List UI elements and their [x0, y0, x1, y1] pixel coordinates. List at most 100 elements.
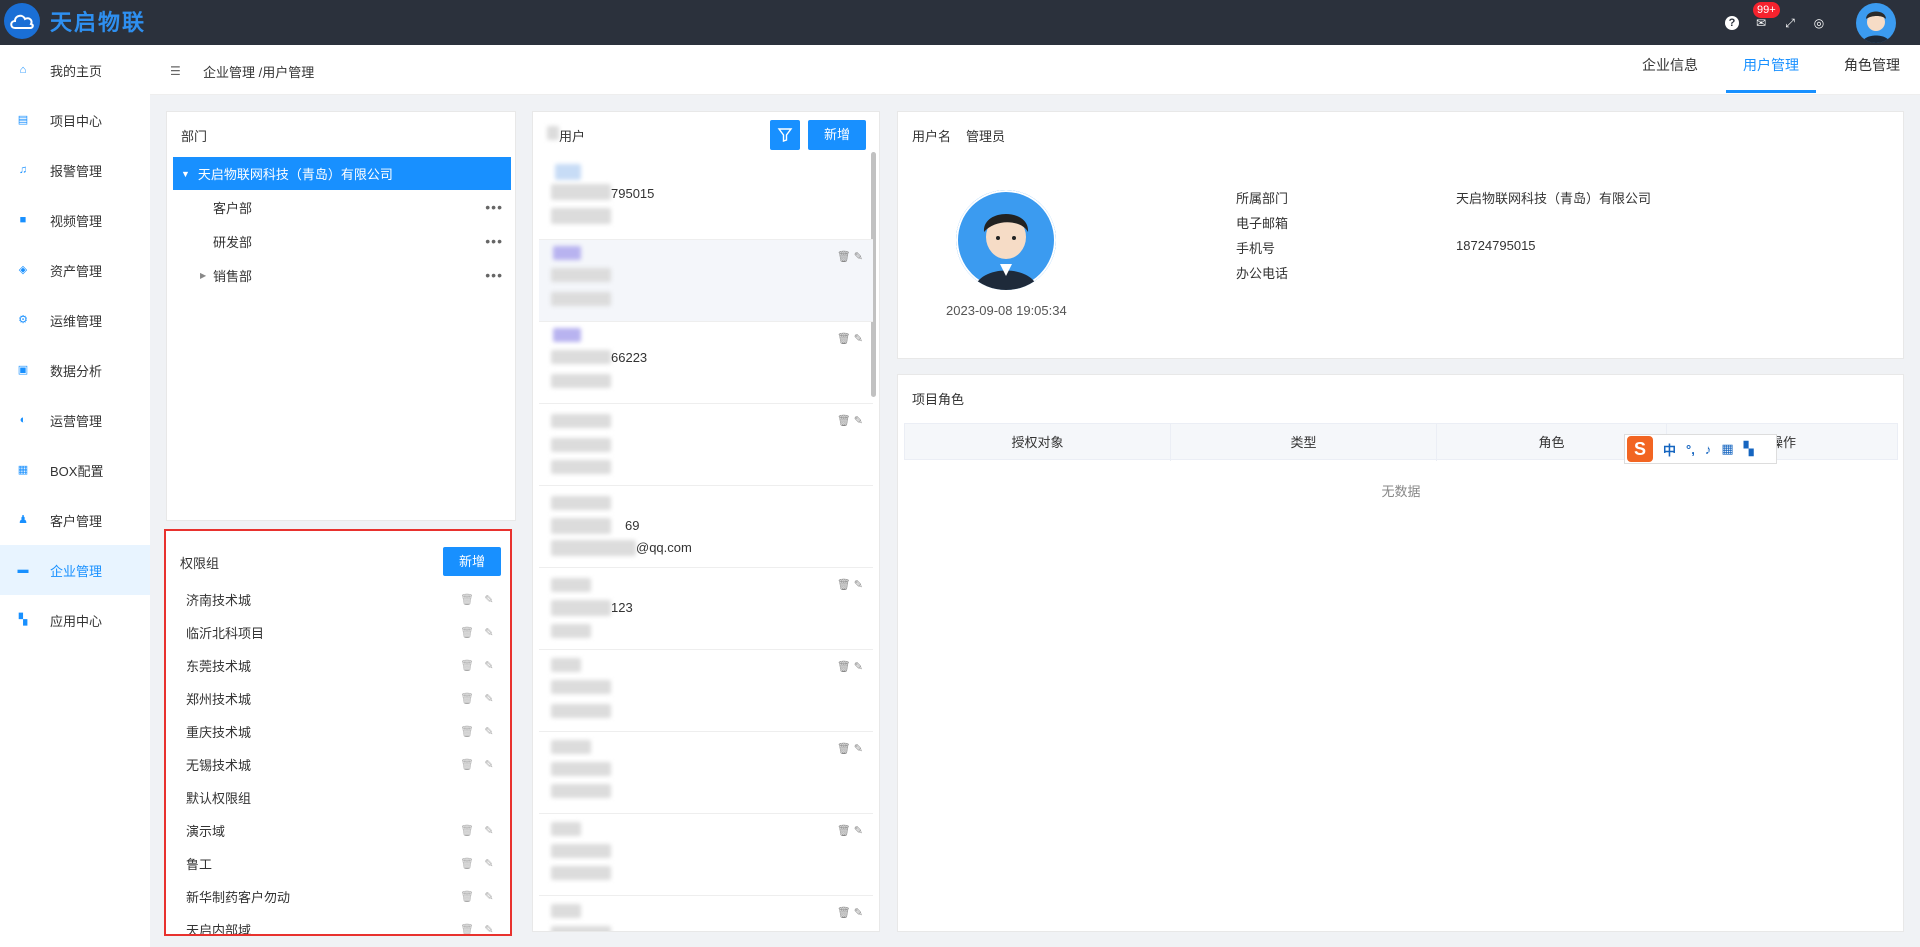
delete-icon[interactable]: 🗑	[460, 890, 474, 903]
add-permission-group-button[interactable]: 新增	[443, 547, 501, 576]
list-item[interactable]: 济南技术城 🗑 ✎	[186, 583, 496, 616]
user-avatar[interactable]	[1856, 3, 1896, 43]
list-item[interactable]: 🗑 ✎	[539, 404, 873, 486]
list-item[interactable]: 🗑 ✎	[539, 240, 873, 322]
sidebar-item-projects[interactable]: ▤ 项目中心	[0, 95, 150, 145]
caret-right-icon[interactable]: ▶	[200, 271, 206, 280]
logo[interactable]: 天启物联	[4, 3, 146, 39]
delete-icon[interactable]: 🗑	[837, 907, 851, 919]
sidebar-item-video[interactable]: ■ 视频管理	[0, 195, 150, 245]
list-item[interactable]: 66223 🗑 ✎	[539, 322, 873, 404]
more-icon[interactable]: •••	[485, 199, 503, 215]
more-icon[interactable]: •••	[485, 233, 503, 249]
ime-mode[interactable]: 中	[1663, 440, 1676, 459]
more-icon[interactable]: •••	[485, 267, 503, 283]
list-item[interactable]: 郑州技术城 🗑 ✎	[186, 682, 496, 715]
edit-icon[interactable]: ✎	[854, 579, 863, 591]
list-item[interactable]: 🗑 ✎	[539, 650, 873, 732]
keyboard-icon[interactable]: ▦	[1721, 441, 1733, 457]
edit-icon[interactable]: ✎	[854, 743, 863, 755]
blurred-name	[551, 578, 591, 592]
list-item[interactable]: 天启内部域 🗑 ✎	[186, 913, 496, 934]
ime-toolbar[interactable]: S 中 °, ♪ ▦ ▚	[1624, 434, 1777, 464]
list-item[interactable]: 🗑 ✎	[539, 814, 873, 896]
edit-icon[interactable]: ✎	[482, 725, 496, 738]
tab-user-management[interactable]: 用户管理	[1726, 45, 1816, 93]
edit-icon[interactable]: ✎	[482, 593, 496, 606]
sidebar-item-maintenance[interactable]: ⚙ 运维管理	[0, 295, 150, 345]
list-item[interactable]: 🗑 ✎	[539, 732, 873, 814]
list-item[interactable]: 临沂北科项目 🗑 ✎	[186, 616, 496, 649]
sidebar-item-enterprise[interactable]: ▬ 企业管理	[0, 545, 150, 595]
list-item[interactable]: 演示域 🗑 ✎	[186, 814, 496, 847]
edit-icon[interactable]: ✎	[482, 659, 496, 672]
delete-icon[interactable]: 🗑	[460, 692, 474, 705]
tree-node-customer-dept[interactable]: 客户部 •••	[173, 192, 511, 222]
edit-icon[interactable]: ✎	[854, 825, 863, 837]
edit-icon[interactable]: ✎	[854, 251, 863, 263]
user-detail-avatar	[956, 190, 1056, 290]
sidebar-item-apps[interactable]: ▚ 应用中心	[0, 595, 150, 645]
edit-icon[interactable]: ✎	[482, 824, 496, 837]
microphone-icon[interactable]: ♪	[1705, 442, 1712, 457]
list-item[interactable]: 🗑 ✎	[539, 896, 873, 931]
fullscreen-icon[interactable]: ⤢	[1783, 16, 1797, 30]
toolbox-icon[interactable]: ▚	[1744, 441, 1754, 457]
list-item[interactable]: 795015	[539, 158, 873, 240]
delete-icon[interactable]: 🗑	[837, 579, 851, 591]
delete-icon[interactable]: 🗑	[460, 758, 474, 771]
delete-icon[interactable]: 🗑	[460, 659, 474, 672]
delete-icon[interactable]: 🗑	[837, 743, 851, 755]
edit-icon[interactable]: ✎	[482, 758, 496, 771]
edit-icon[interactable]: ✎	[482, 692, 496, 705]
sidebar-item-customers[interactable]: ♟ 客户管理	[0, 495, 150, 545]
sogou-s-icon[interactable]: S	[1627, 436, 1653, 462]
help-icon[interactable]: ?	[1725, 16, 1739, 30]
row-actions: 🗑 ✎	[837, 906, 863, 919]
sidebar-item-analytics[interactable]: ▣ 数据分析	[0, 345, 150, 395]
delete-icon[interactable]: 🗑	[460, 923, 474, 934]
add-user-button[interactable]: 新增	[808, 120, 866, 150]
tab-role-management[interactable]: 角色管理	[1830, 45, 1914, 93]
sidebar-item-operations[interactable]: ◐ 运营管理	[0, 395, 150, 445]
edit-icon[interactable]: ✎	[854, 661, 863, 673]
edit-icon[interactable]: ✎	[482, 890, 496, 903]
tree-root-node[interactable]: ▼ 天启物联网科技（青岛）有限公司	[173, 157, 511, 190]
tab-enterprise-info[interactable]: 企业信息	[1630, 45, 1710, 93]
list-item[interactable]: 69 @qq.com	[539, 486, 873, 568]
list-item[interactable]: 新华制药客户勿动 🗑 ✎	[186, 880, 496, 913]
list-item[interactable]: 默认权限组	[186, 781, 496, 814]
edit-icon[interactable]: ✎	[854, 333, 863, 345]
list-item[interactable]: 东莞技术城 🗑 ✎	[186, 649, 496, 682]
edit-icon[interactable]: ✎	[854, 907, 863, 919]
delete-icon[interactable]: 🗑	[837, 825, 851, 837]
delete-icon[interactable]: 🗑	[837, 661, 851, 673]
punctuation-icon[interactable]: °,	[1686, 442, 1695, 457]
mail-icon[interactable]: ✉	[1754, 16, 1768, 30]
edit-icon[interactable]: ✎	[482, 626, 496, 639]
delete-icon[interactable]: 🗑	[460, 857, 474, 870]
globe-icon[interactable]: ◎	[1812, 16, 1826, 30]
sidebar-item-alarms[interactable]: ♫ 报警管理	[0, 145, 150, 195]
list-item[interactable]: 重庆技术城 🗑 ✎	[186, 715, 496, 748]
filter-button[interactable]	[770, 120, 800, 150]
edit-icon[interactable]: ✎	[482, 923, 496, 934]
delete-icon[interactable]: 🗑	[460, 593, 474, 606]
tree-node-sales-dept[interactable]: ▶ 销售部 •••	[173, 260, 511, 290]
delete-icon[interactable]: 🗑	[837, 333, 851, 345]
delete-icon[interactable]: 🗑	[837, 415, 851, 427]
delete-icon[interactable]: 🗑	[460, 626, 474, 639]
edit-icon[interactable]: ✎	[482, 857, 496, 870]
tree-node-rd-dept[interactable]: 研发部 •••	[173, 226, 511, 256]
list-item[interactable]: 鲁工 🗑 ✎	[186, 847, 496, 880]
sidebar-item-assets[interactable]: ◈ 资产管理	[0, 245, 150, 295]
sidebar-item-box-config[interactable]: ▦ BOX配置	[0, 445, 150, 495]
menu-fold-icon[interactable]: ☰	[170, 64, 181, 78]
delete-icon[interactable]: 🗑	[460, 824, 474, 837]
sidebar-item-home[interactable]: ⌂ 我的主页	[0, 45, 150, 95]
delete-icon[interactable]: 🗑	[460, 725, 474, 738]
list-item[interactable]: 无锡技术城 🗑 ✎	[186, 748, 496, 781]
delete-icon[interactable]: 🗑	[837, 251, 851, 263]
edit-icon[interactable]: ✎	[854, 415, 863, 427]
list-item[interactable]: 123 🗑 ✎	[539, 568, 873, 650]
